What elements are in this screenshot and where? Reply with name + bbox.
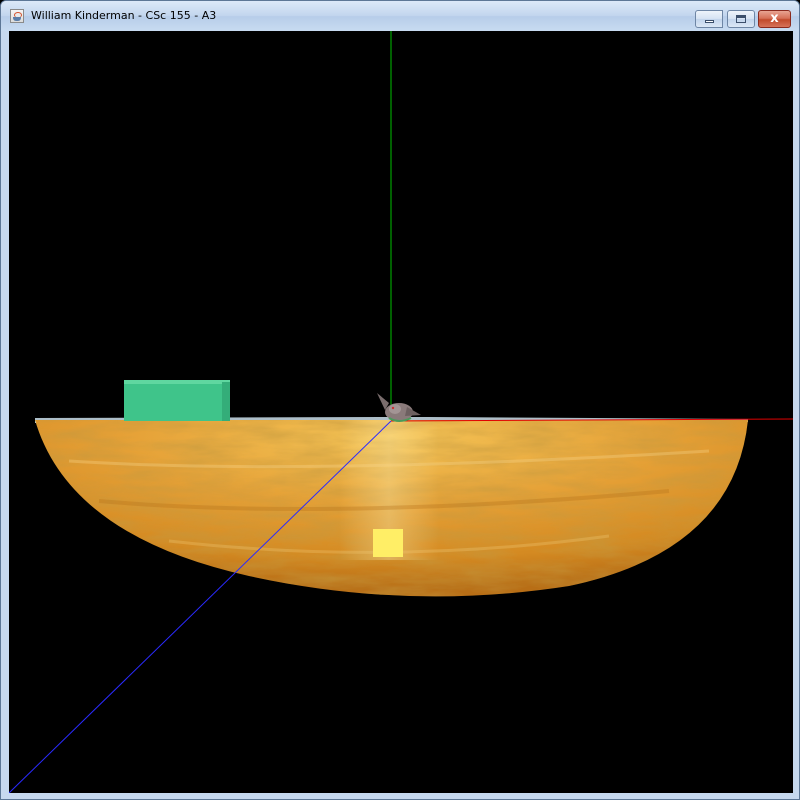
close-button[interactable]: x: [758, 10, 791, 28]
minimize-button[interactable]: [695, 10, 723, 28]
yellow-light-cube: [373, 529, 403, 557]
textured-terrain-bowl: [35, 420, 748, 597]
render-canvas[interactable]: [9, 31, 793, 793]
close-icon: x: [770, 11, 779, 26]
creature-model: [377, 393, 421, 422]
green-box: [124, 380, 230, 421]
scene-viewport: [9, 31, 793, 793]
maximize-icon: [736, 15, 746, 23]
minimize-icon: [705, 20, 714, 23]
window-title: William Kinderman - CSc 155 - A3: [31, 9, 217, 22]
app-window: William Kinderman - CSc 155 - A3 x: [0, 0, 800, 800]
java-cup-icon[interactable]: [10, 9, 24, 23]
title-bar[interactable]: William Kinderman - CSc 155 - A3 x: [1, 1, 799, 31]
maximize-button[interactable]: [727, 10, 755, 28]
